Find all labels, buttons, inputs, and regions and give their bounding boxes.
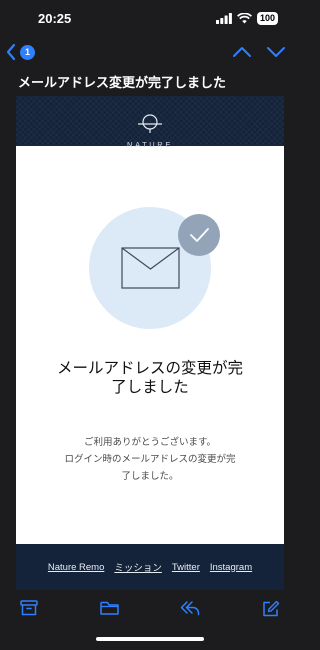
heading-line-1: メールアドレスの変更が完: [56, 360, 243, 377]
back-button[interactable]: 1: [6, 43, 35, 61]
bottom-toolbar: [0, 590, 300, 650]
up-chevron-icon[interactable]: [232, 45, 252, 59]
check-icon: [178, 214, 220, 256]
mail-nav-bar: 1: [0, 40, 300, 68]
email-header-banner: NATURE: [16, 96, 284, 149]
reply-icon[interactable]: [180, 600, 200, 616]
status-icons: 100: [215, 12, 278, 25]
back-chevron-icon: [6, 43, 16, 61]
confirmation-heading: メールアドレスの変更が完 了しました: [30, 359, 270, 397]
confirmation-message: ご利用ありがとうございます。 ログイン時のメールアドレスの変更が完 了しました。: [32, 434, 268, 485]
status-bar: 20:25 100: [0, 0, 300, 40]
home-indicator: [96, 637, 204, 641]
message-line-1: ご利用ありがとうございます。: [83, 437, 217, 448]
heading-line-2: 了しました: [111, 379, 189, 396]
nature-logo-icon: [138, 114, 162, 133]
footer-link-instagram[interactable]: Instagram: [210, 562, 252, 573]
email-footer: Nature Remo ミッション Twitter Instagram: [16, 544, 284, 590]
battery-icon: 100: [256, 12, 278, 25]
signal-icon: [215, 13, 232, 24]
status-time: 20:25: [38, 11, 72, 26]
footer-link-twitter[interactable]: Twitter: [172, 562, 200, 573]
message-line-3: 了しました。: [121, 471, 179, 482]
unread-count-badge: 1: [20, 44, 35, 60]
archive-icon[interactable]: [20, 600, 38, 616]
footer-link-nature-remo[interactable]: Nature Remo: [48, 562, 105, 573]
brand-name: NATURE: [127, 140, 173, 149]
email-subject: メールアドレス変更が完了しました: [18, 75, 227, 90]
footer-link-mission[interactable]: ミッション: [114, 560, 162, 574]
down-chevron-icon[interactable]: [266, 45, 286, 59]
wifi-icon: [236, 13, 252, 24]
email-content: NATURE メールアドレスの変更が完 了しました ご利用ありがとうございます。…: [16, 96, 284, 590]
compose-icon[interactable]: [262, 600, 280, 617]
folder-icon[interactable]: [100, 600, 119, 616]
message-line-2: ログイン時のメールアドレスの変更が完: [64, 454, 236, 465]
